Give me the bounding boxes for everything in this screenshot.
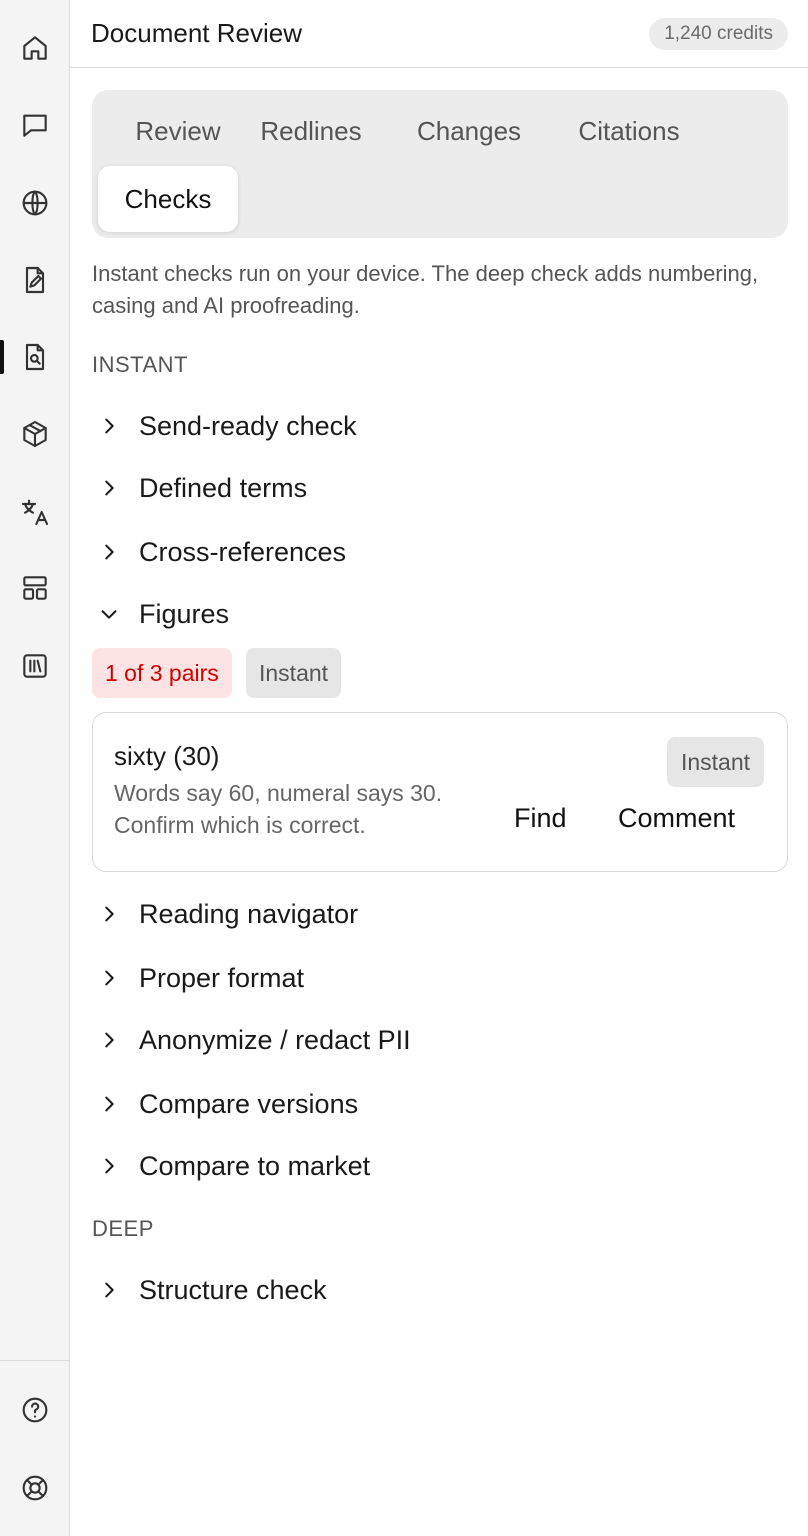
section-label-instant: INSTANT bbox=[92, 352, 188, 377]
instant-badge: Instant bbox=[246, 648, 342, 698]
check-defined-terms[interactable]: Defined terms bbox=[92, 466, 307, 510]
chevron-right-icon bbox=[94, 1025, 124, 1055]
check-label: Defined terms bbox=[139, 472, 308, 503]
chevron-right-icon bbox=[94, 1089, 124, 1119]
rail-divider bbox=[0, 1360, 70, 1361]
intro-text: Instant checks run on your device. The d… bbox=[92, 261, 759, 318]
check-compare-to-market[interactable]: Compare to market bbox=[92, 1144, 370, 1188]
chevron-right-icon bbox=[94, 963, 124, 993]
help-icon[interactable] bbox=[13, 1388, 57, 1432]
chevron-right-icon bbox=[94, 1151, 124, 1181]
chevron-right-icon bbox=[94, 411, 124, 441]
rail-active-indicator bbox=[0, 340, 4, 374]
check-figures[interactable]: Figures bbox=[92, 592, 229, 636]
translate-icon[interactable] bbox=[13, 490, 57, 534]
chevron-right-icon bbox=[94, 1275, 124, 1305]
tab-redlines[interactable]: Redlines bbox=[244, 98, 378, 164]
check-anonymize-redact[interactable]: Anonymize / redact PII bbox=[92, 1018, 411, 1062]
issue-description: Words say 60, numeral says 30. Confirm w… bbox=[114, 777, 494, 841]
check-label: Structure check bbox=[139, 1274, 327, 1305]
tab-changes[interactable]: Changes bbox=[396, 98, 542, 164]
check-label: Proper format bbox=[139, 962, 305, 993]
chevron-right-icon bbox=[94, 537, 124, 567]
check-send-ready[interactable]: Send-ready check bbox=[92, 404, 357, 448]
check-label: Anonymize / redact PII bbox=[139, 1024, 411, 1055]
tab-citations[interactable]: Citations bbox=[562, 98, 696, 164]
home-icon[interactable] bbox=[13, 26, 57, 70]
library-icon[interactable] bbox=[13, 644, 57, 688]
check-label: Cross-references bbox=[139, 536, 347, 567]
figure-issue-card: sixty (30) Words say 60, numeral says 30… bbox=[92, 712, 788, 872]
package-icon[interactable] bbox=[13, 412, 57, 456]
check-label: Reading navigator bbox=[139, 898, 359, 929]
document-search-icon[interactable] bbox=[13, 335, 57, 379]
check-label: Compare to market bbox=[139, 1150, 371, 1181]
issue-description-line: Words say 60, numeral says 30. bbox=[114, 780, 443, 806]
tab-review[interactable]: Review bbox=[106, 98, 250, 164]
section-label-deep: DEEP bbox=[92, 1216, 154, 1241]
chevron-down-icon bbox=[94, 599, 124, 629]
check-cross-references[interactable]: Cross-references bbox=[92, 530, 346, 574]
panel-header: Document Review 1,240 credits bbox=[70, 0, 808, 68]
chat-icon[interactable] bbox=[13, 103, 57, 147]
chevron-right-icon bbox=[94, 473, 124, 503]
check-label: Compare versions bbox=[139, 1088, 359, 1119]
check-structure[interactable]: Structure check bbox=[92, 1268, 327, 1312]
issue-title: sixty (30) bbox=[114, 741, 220, 771]
issue-description-line: Confirm which is correct. bbox=[114, 812, 366, 838]
tab-checks[interactable]: Checks bbox=[98, 166, 238, 232]
check-label: Figures bbox=[139, 598, 230, 629]
page-title: Document Review bbox=[91, 18, 302, 48]
issue-instant-badge: Instant bbox=[666, 737, 764, 787]
pairs-count-badge: 1 of 3 pairs bbox=[92, 648, 232, 698]
check-label: Send-ready check bbox=[139, 410, 357, 441]
check-proper-format[interactable]: Proper format bbox=[92, 956, 304, 1000]
globe-icon[interactable] bbox=[13, 181, 57, 225]
document-edit-icon[interactable] bbox=[13, 258, 57, 302]
comment-button[interactable]: Comment bbox=[618, 803, 735, 834]
check-compare-versions[interactable]: Compare versions bbox=[92, 1082, 358, 1126]
tab-bar: Review Redlines Changes Citations Checks bbox=[92, 90, 788, 238]
credits-badge: 1,240 credits bbox=[649, 18, 788, 50]
find-button[interactable]: Find bbox=[514, 803, 567, 834]
layout-icon[interactable] bbox=[13, 566, 57, 610]
left-rail bbox=[0, 0, 70, 1536]
check-reading-navigator[interactable]: Reading navigator bbox=[92, 892, 358, 936]
chevron-right-icon bbox=[94, 899, 124, 929]
lifebuoy-icon[interactable] bbox=[13, 1466, 57, 1510]
